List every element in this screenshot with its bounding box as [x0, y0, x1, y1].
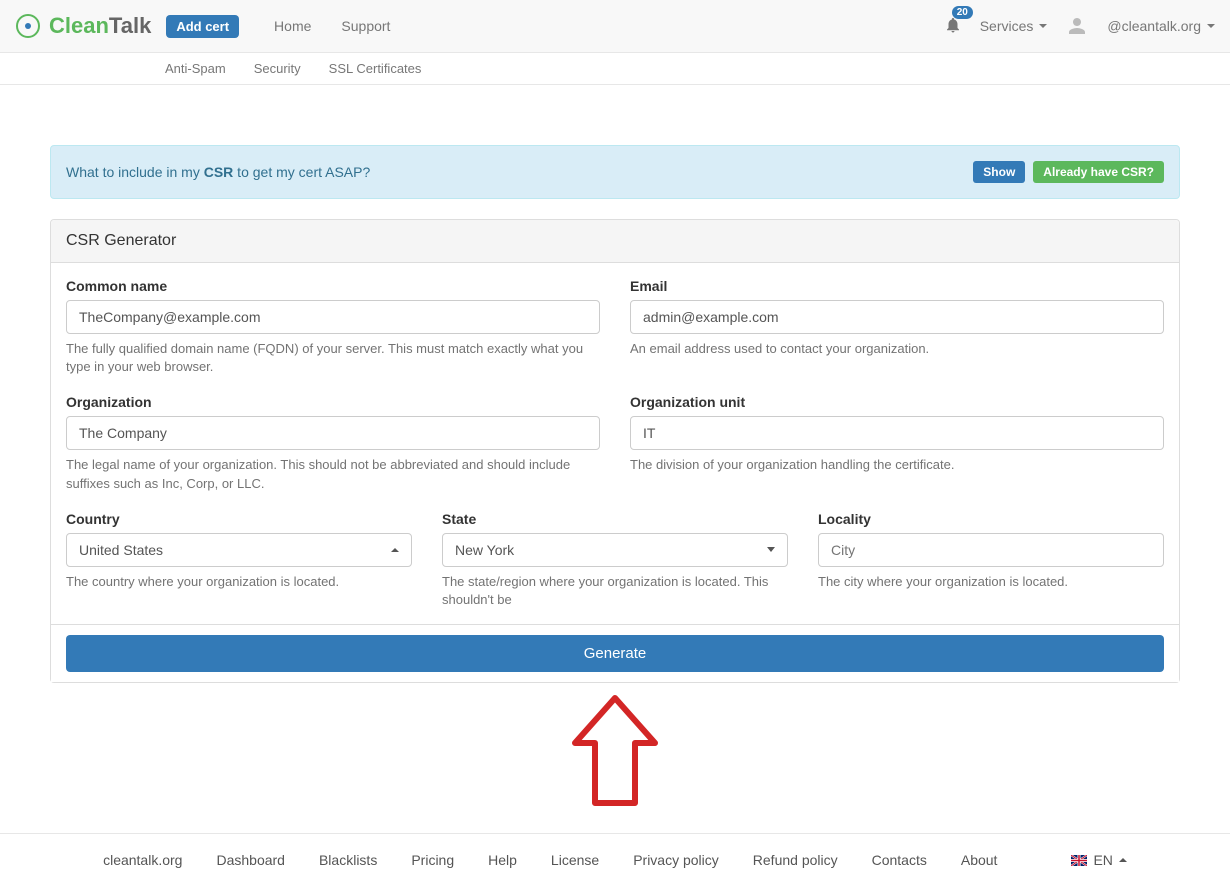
locality-label: Locality [818, 511, 1164, 527]
org-unit-input[interactable] [630, 416, 1164, 450]
logo-text-clean: Clean [49, 13, 109, 38]
notifications-bell[interactable]: 20 [944, 16, 962, 37]
show-button[interactable]: Show [973, 161, 1025, 183]
caret-down-icon [1207, 24, 1215, 28]
country-value: United States [79, 542, 163, 558]
flag-uk-icon [1071, 855, 1087, 866]
locality-help: The city where your organization is loca… [818, 573, 1164, 591]
user-label: @cleantalk.org [1107, 18, 1201, 34]
logo-icon [15, 13, 41, 39]
panel-title: CSR Generator [51, 220, 1179, 263]
org-unit-label: Organization unit [630, 394, 1164, 410]
services-dropdown[interactable]: Services [980, 18, 1048, 34]
language-selector[interactable]: EN [1071, 852, 1126, 868]
locality-input[interactable] [818, 533, 1164, 567]
email-label: Email [630, 278, 1164, 294]
sub-navbar: Anti-Spam Security SSL Certificates [0, 53, 1230, 85]
email-input[interactable] [630, 300, 1164, 334]
state-label: State [442, 511, 788, 527]
footer-help[interactable]: Help [488, 852, 517, 868]
subnav-ssl[interactable]: SSL Certificates [329, 53, 422, 84]
nav-home[interactable]: Home [259, 3, 326, 49]
caret-up-icon [1119, 858, 1127, 862]
notifications-badge: 20 [952, 6, 973, 19]
nav-support[interactable]: Support [326, 3, 405, 49]
info-question: What to include in my CSR to get my cert… [66, 164, 370, 180]
common-name-input[interactable] [66, 300, 600, 334]
organization-label: Organization [66, 394, 600, 410]
footer-privacy[interactable]: Privacy policy [633, 852, 719, 868]
organization-input[interactable] [66, 416, 600, 450]
state-select[interactable]: New York [442, 533, 788, 567]
email-help: An email address used to contact your or… [630, 340, 1164, 358]
common-name-help: The fully qualified domain name (FQDN) o… [66, 340, 600, 376]
csr-generator-panel: CSR Generator Common name The fully qual… [50, 219, 1180, 683]
footer-refund[interactable]: Refund policy [753, 852, 838, 868]
org-unit-help: The division of your organization handli… [630, 456, 1164, 474]
country-label: Country [66, 511, 412, 527]
country-help: The country where your organization is l… [66, 573, 412, 591]
footer-about[interactable]: About [961, 852, 998, 868]
already-have-csr-button[interactable]: Already have CSR? [1033, 161, 1164, 183]
footer-site[interactable]: cleantalk.org [103, 852, 182, 868]
top-navbar: CleanTalk Add cert Home Support 20 Servi… [0, 0, 1230, 53]
footer-dashboard[interactable]: Dashboard [216, 852, 285, 868]
state-help: The state/region where your organization… [442, 573, 788, 609]
subnav-security[interactable]: Security [254, 53, 301, 84]
generate-button[interactable]: Generate [66, 635, 1164, 672]
common-name-label: Common name [66, 278, 600, 294]
user-dropdown[interactable]: @cleantalk.org [1107, 18, 1215, 34]
subnav-antispam[interactable]: Anti-Spam [165, 53, 226, 84]
organization-help: The legal name of your organization. Thi… [66, 456, 600, 492]
language-label: EN [1093, 852, 1112, 868]
country-select[interactable]: United States [66, 533, 412, 567]
caret-down-icon [1039, 24, 1047, 28]
footer-pricing[interactable]: Pricing [411, 852, 454, 868]
arrow-annotation [565, 693, 665, 813]
footer-blacklists[interactable]: Blacklists [319, 852, 377, 868]
footer-contacts[interactable]: Contacts [872, 852, 927, 868]
logo-text-talk: Talk [109, 13, 151, 38]
info-banner: What to include in my CSR to get my cert… [50, 145, 1180, 199]
state-value: New York [455, 542, 514, 558]
caret-down-icon [767, 547, 775, 552]
services-label: Services [980, 18, 1034, 34]
footer-license[interactable]: License [551, 852, 599, 868]
logo[interactable]: CleanTalk [15, 13, 151, 39]
caret-up-icon [391, 548, 399, 552]
avatar-icon[interactable] [1065, 14, 1089, 38]
add-cert-button[interactable]: Add cert [166, 15, 239, 38]
